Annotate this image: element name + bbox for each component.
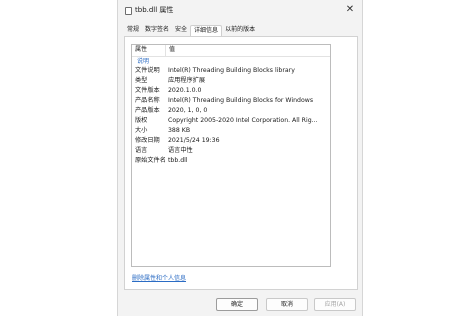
- file-icon: [125, 7, 132, 15]
- properties-dialog: tbb.dll 属性 ✕ 常规 数字签名 安全 详细信息 以前的版本 属性 值 …: [117, 0, 363, 316]
- property-name: 文件说明: [135, 67, 160, 74]
- tab-digital-signatures[interactable]: 数字签名: [142, 25, 172, 36]
- property-name: 文件版本: [135, 87, 160, 94]
- list-item[interactable]: 大小 388 KB: [132, 126, 330, 136]
- property-name: 语言: [135, 147, 148, 154]
- apply-button[interactable]: 应用(A): [314, 298, 356, 311]
- close-button[interactable]: ✕: [344, 4, 356, 16]
- property-name: 大小: [135, 127, 148, 134]
- details-list[interactable]: 属性 值 说明 文件说明 Intel(R) Threading Building…: [131, 44, 331, 267]
- tab-previous-versions[interactable]: 以前的版本: [222, 25, 258, 36]
- list-header: 属性 值: [132, 45, 330, 57]
- window-title: tbb.dll 属性: [135, 6, 174, 14]
- property-name: 产品版本: [135, 107, 160, 114]
- property-value: 2021/5/24 19:36: [168, 137, 220, 144]
- property-value: 388 KB: [168, 127, 191, 134]
- property-value: 2020, 1, 0, 0: [168, 107, 208, 114]
- column-header-property[interactable]: 属性: [132, 45, 166, 56]
- property-value: tbb.dll: [168, 157, 188, 164]
- tab-details[interactable]: 详细信息: [190, 25, 223, 36]
- list-item[interactable]: 原始文件名 tbb.dll: [132, 156, 330, 166]
- group-label-description: 说明: [137, 58, 150, 65]
- list-item[interactable]: 文件版本 2020.1.0.0: [132, 86, 330, 96]
- property-value: Copyright 2005-2020 Intel Corporation. A…: [168, 117, 318, 124]
- list-item[interactable]: 文件说明 Intel(R) Threading Building Blocks …: [132, 66, 330, 76]
- property-name: 版权: [135, 117, 148, 124]
- list-item[interactable]: 类型 应用程序扩展: [132, 76, 330, 86]
- list-item[interactable]: 版权 Copyright 2005-2020 Intel Corporation…: [132, 116, 330, 126]
- tab-bar: 常规 数字签名 安全 详细信息 以前的版本: [124, 24, 258, 36]
- property-value: Intel(R) Threading Building Blocks libra…: [168, 67, 295, 74]
- property-name: 类型: [135, 77, 148, 84]
- list-item[interactable]: 产品名称 Intel(R) Threading Building Blocks …: [132, 96, 330, 106]
- ok-button[interactable]: 确定: [216, 298, 258, 311]
- list-item[interactable]: 产品版本 2020, 1, 0, 0: [132, 106, 330, 116]
- property-name: 原始文件名: [135, 157, 166, 164]
- title-bar: tbb.dll 属性 ✕: [118, 0, 362, 22]
- property-name: 产品名称: [135, 97, 160, 104]
- column-header-value[interactable]: 值: [166, 45, 175, 56]
- property-value: 应用程序扩展: [168, 77, 206, 84]
- property-value: 2020.1.0.0: [168, 87, 202, 94]
- property-name: 修改日期: [135, 137, 160, 144]
- property-value: 语言中性: [168, 147, 193, 154]
- property-value: Intel(R) Threading Building Blocks for W…: [168, 97, 314, 104]
- details-panel: 属性 值 说明 文件说明 Intel(R) Threading Building…: [124, 36, 358, 290]
- remove-properties-link[interactable]: 删除属性和个人信息: [132, 274, 186, 283]
- list-item[interactable]: 修改日期 2021/5/24 19:36: [132, 136, 330, 146]
- cancel-button[interactable]: 取消: [266, 298, 308, 311]
- tab-security[interactable]: 安全: [172, 25, 190, 36]
- tab-general[interactable]: 常规: [124, 25, 142, 36]
- list-item[interactable]: 语言 语言中性: [132, 146, 330, 156]
